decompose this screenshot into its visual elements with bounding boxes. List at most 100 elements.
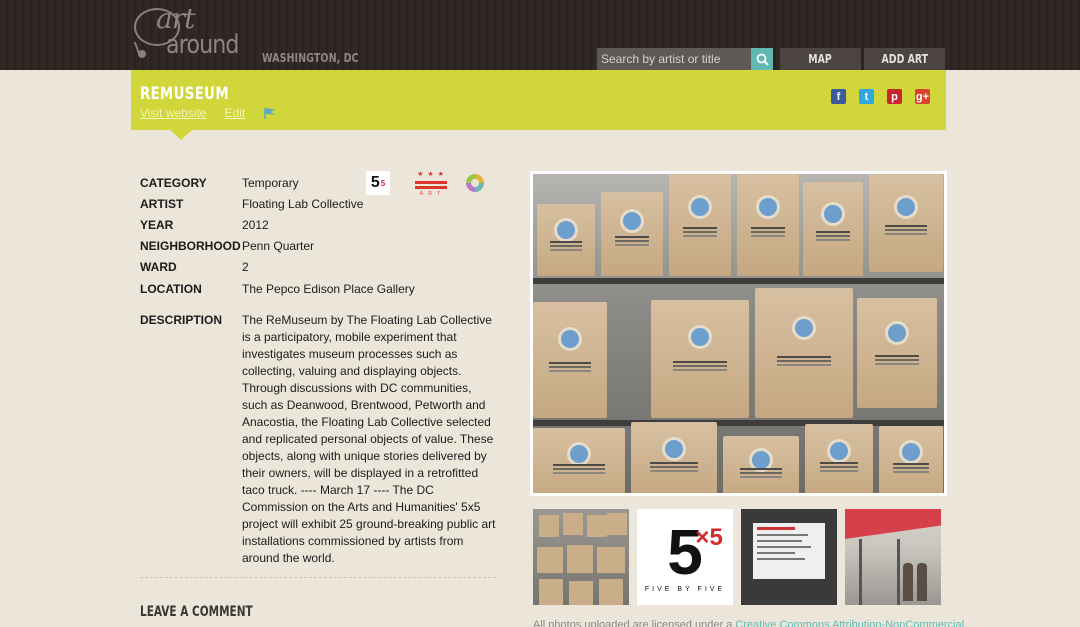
social-share: f t p g+ — [831, 89, 930, 104]
dc-bar-2 — [415, 186, 447, 189]
five-sup: ×5 — [695, 523, 723, 551]
bag — [669, 174, 731, 276]
sign-line — [757, 546, 812, 548]
mini-bag — [587, 515, 607, 537]
awning — [845, 509, 941, 539]
top-bar: art around WASHINGTON, DC MAP ADD ART — [0, 0, 1080, 70]
neighborhood-row: NEIGHBORHOOD Penn Quarter — [140, 236, 500, 257]
five-by-five-number: 5 ×5 — [667, 520, 723, 584]
artist-value: Floating Lab Collective — [242, 196, 364, 211]
category-value: Temporary — [242, 175, 299, 190]
sign-line — [757, 558, 805, 560]
mini-bag — [537, 547, 563, 573]
ward-value: 2 — [242, 260, 249, 275]
sign-line — [757, 540, 802, 542]
neighborhood-label: NEIGHBORHOOD — [140, 239, 241, 254]
mini-bag — [567, 545, 593, 573]
logo-dot — [138, 50, 146, 58]
year-row: YEAR 2012 — [140, 214, 500, 235]
mini-bag — [599, 579, 623, 605]
neighborhood-value: Penn Quarter — [242, 239, 315, 254]
description-text: The ReMuseum by The Floating Lab Collect… — [242, 313, 496, 566]
sign-graphic — [753, 523, 825, 579]
section-divider — [140, 577, 496, 578]
leave-comment-heading: LEAVE A COMMENT — [140, 604, 253, 620]
search-input[interactable] — [597, 48, 751, 70]
artist-label: ARTIST — [140, 196, 184, 211]
bag — [651, 300, 749, 418]
five-by-five-badge[interactable]: 55 — [366, 171, 390, 195]
thumbnail-five-by-five-logo[interactable]: 5 ×5 FIVE BY FIVE — [637, 509, 733, 605]
banner-links: Visit website Edit — [140, 106, 277, 120]
thumbnail-taco-truck[interactable] — [845, 509, 941, 605]
main-photo[interactable] — [530, 171, 947, 496]
edit-link[interactable]: Edit — [224, 106, 245, 120]
bag — [533, 302, 607, 418]
search-form — [597, 48, 775, 70]
search-button[interactable] — [751, 48, 773, 70]
mini-bag — [569, 581, 593, 605]
dc-art-badge[interactable]: ★ ★ ★ A R T — [415, 171, 447, 197]
license-link[interactable]: Creative Commons Attribution-NonCommerci… — [735, 619, 964, 627]
mini-bag — [539, 579, 563, 605]
photo-thumbnails: 5 ×5 FIVE BY FIVE — [533, 509, 941, 605]
mini-bag — [607, 513, 627, 535]
bag — [869, 174, 943, 272]
logo[interactable]: art around — [130, 2, 250, 66]
photo-bags-on-shelves — [533, 174, 944, 493]
description-row: DESCRIPTION The ReMuseum by The Floating… — [140, 312, 500, 567]
mini-bag — [597, 547, 625, 573]
bag — [857, 298, 937, 408]
flag-icon[interactable] — [263, 107, 277, 119]
ward-row: WARD 2 — [140, 257, 500, 278]
pole — [897, 539, 900, 605]
city-label: WASHINGTON, DC — [262, 51, 359, 65]
shelf — [533, 278, 944, 284]
dc-art-text: A R T — [419, 191, 443, 197]
bag — [533, 428, 625, 493]
sign-line — [757, 534, 809, 536]
add-art-button[interactable]: ADD ART — [864, 48, 945, 70]
bag — [879, 426, 943, 493]
bag — [755, 288, 853, 418]
pole — [859, 539, 862, 605]
program-badges: 55 ★ ★ ★ A R T — [366, 171, 484, 197]
five-badge-small: 5 — [380, 178, 386, 188]
category-label: CATEGORY — [140, 175, 207, 190]
title-banner: REMUSEUM Visit website Edit f t p g+ — [131, 70, 946, 130]
bag — [631, 422, 717, 493]
dc-stars: ★ ★ ★ — [417, 171, 445, 178]
location-label: LOCATION — [140, 281, 202, 296]
location-value: The Pepco Edison Place Gallery — [242, 281, 415, 296]
thumbnail-sign[interactable] — [741, 509, 837, 605]
visit-website-link[interactable]: Visit website — [140, 106, 206, 120]
year-label: YEAR — [140, 217, 174, 232]
map-button[interactable]: MAP — [780, 48, 861, 70]
ward-label: WARD — [140, 260, 177, 275]
bag — [737, 174, 799, 276]
logo-text-around: around — [166, 30, 239, 60]
mini-bag — [563, 513, 583, 535]
license-prefix: All photos uploaded are licensed under a — [533, 619, 736, 627]
sign-line — [757, 552, 796, 554]
sign-line — [757, 527, 796, 530]
pinterest-icon[interactable]: p — [887, 89, 902, 104]
year-value: 2012 — [242, 217, 269, 232]
bag — [805, 424, 873, 493]
page-title: REMUSEUM — [140, 84, 229, 104]
description-label: DESCRIPTION — [140, 313, 223, 328]
bag — [803, 182, 863, 276]
person — [903, 563, 913, 601]
banner-notch — [170, 130, 192, 140]
thumbnail-bags[interactable] — [533, 509, 629, 605]
bag — [601, 192, 663, 276]
artwork-details: CATEGORY Temporary ARTIST Floating Lab C… — [140, 172, 500, 567]
google-plus-icon[interactable]: g+ — [915, 89, 930, 104]
twitter-icon[interactable]: t — [859, 89, 874, 104]
dc-bar-1 — [415, 181, 447, 184]
ring-logo-icon[interactable] — [466, 174, 484, 192]
map-button-label: MAP — [808, 52, 833, 66]
bag — [723, 436, 799, 493]
facebook-icon[interactable]: f — [831, 89, 846, 104]
five-badge-big: 5 — [370, 174, 380, 191]
